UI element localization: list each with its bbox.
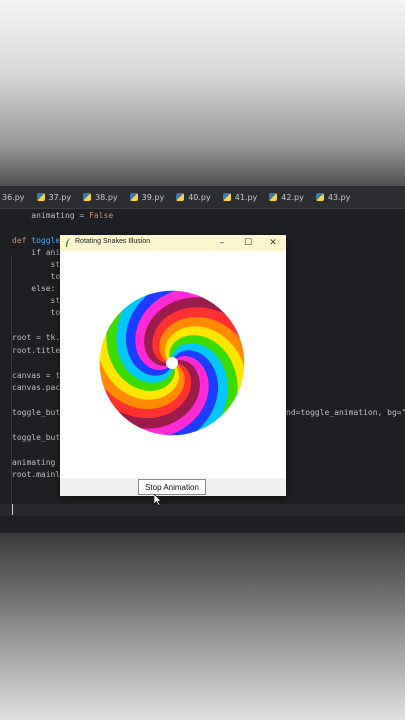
tk-window[interactable]: Rotating Snakes Illusion – ☐ ✕ Stop Anim… [60,235,286,496]
window-titlebar[interactable]: Rotating Snakes Illusion – ☐ ✕ [60,235,286,251]
rotating-snakes-illusion [99,290,245,436]
code-line: root = tk. [12,332,60,344]
code-text: animating [12,458,61,467]
text-cursor [12,504,13,515]
code-line: toggle_butt [12,407,65,419]
code-text: canvas = t [12,371,61,380]
code-line: toggle_butt [12,432,65,444]
code-line: canvas = t [12,370,60,382]
button-bar: Stop Animation [60,478,286,496]
code-line: animating [12,457,60,469]
editor-tab-bar: 36.py 37.py 38.py 39.py 40.py 41.py 42.p… [0,186,405,209]
code-text: root.title [12,346,61,355]
tab-label: 36.py [2,192,25,202]
tab-label: 37.py [48,192,72,202]
code-line: else: [12,283,55,295]
code-text: toggle_butt [12,433,65,442]
tk-feather-icon [66,238,70,247]
code-text: st [12,296,61,305]
python-file-icon [36,193,45,201]
code-text: nd=toggle_animation, bg="wh [286,408,405,417]
code-text: if ani [12,248,61,257]
code-line: to [12,307,61,319]
code-text: else: [12,284,56,293]
tab-43[interactable]: 43.py [310,186,357,208]
minimize-button[interactable]: – [212,236,232,250]
tab-39[interactable]: 39.py [124,186,171,208]
tab-label: 38.py [95,192,118,202]
tab-label: 43.py [327,192,351,202]
tab-label: 41.py [234,192,258,202]
code-line: canvas.pac [12,382,60,394]
window-title: Rotating Snakes Illusion [75,238,151,245]
python-file-icon [129,193,138,201]
code-text: root = tk. [12,333,61,342]
mouse-pointer-icon [154,494,162,506]
code-line: animating = False [12,210,113,222]
stop-animation-button[interactable]: Stop Animation [138,479,206,495]
python-file-icon [222,193,231,201]
code-line: to [12,271,61,283]
background-fade [0,533,405,720]
close-button[interactable]: ✕ [263,236,283,250]
tab-label: 39.py [141,192,165,202]
python-file-icon [315,193,324,201]
tab-41[interactable]: 41.py [217,186,264,208]
code-line-tail: nd=toggle_animation, bg="wh [286,407,405,419]
current-line-highlight [0,504,405,516]
code-text: toggle_butt [12,408,65,417]
python-file-icon [176,193,185,201]
code-text: animating = [12,211,90,220]
code-line: def toggle [12,235,60,247]
maximize-button[interactable]: ☐ [238,236,258,250]
code-text: to [12,308,61,317]
code-text: to [12,272,61,281]
tab-label: 40.py [188,192,211,202]
tab-37[interactable]: 37.py [31,186,78,208]
code-function-name: toggle [31,236,61,245]
tab-label: 42.py [281,192,304,202]
code-line: if ani [12,247,60,259]
python-file-icon [269,193,278,201]
tab-38[interactable]: 38.py [77,186,124,208]
illusion-canvas [60,251,286,478]
code-keyword: def [12,236,32,245]
code-text: st [12,260,61,269]
center-dot [166,357,178,369]
tab-36[interactable]: 36.py [0,186,31,208]
code-line: st [12,295,61,307]
code-line: st [12,259,61,271]
python-file-icon [83,193,92,201]
code-line: root.mainlo [12,469,65,481]
tab-40[interactable]: 40.py [170,186,217,208]
code-text: canvas.pac [12,383,61,392]
code-text: root.mainlo [12,470,65,479]
tab-42[interactable]: 42.py [263,186,310,208]
code-keyword: False [89,211,114,220]
code-line: root.title [12,345,60,357]
